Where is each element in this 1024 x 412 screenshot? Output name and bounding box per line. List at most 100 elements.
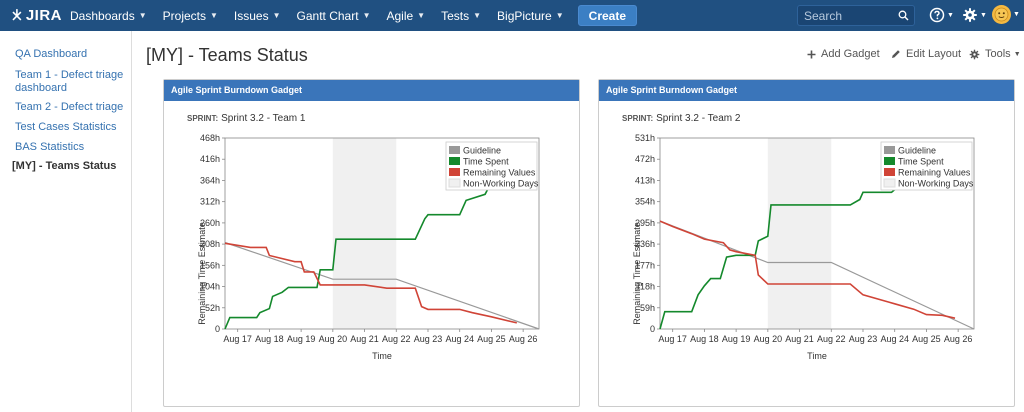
nav-bigpicture[interactable]: BigPicture ▼ xyxy=(489,0,572,31)
legend-label: Time Spent xyxy=(463,157,509,167)
legend-label: Guideline xyxy=(898,146,936,156)
chevron-down-icon: ▼ xyxy=(138,11,147,20)
page-title: [MY] - Teams Status xyxy=(146,45,308,65)
sidebar-item-team1-defect-triage[interactable]: Team 1 - Defect triage dashboard xyxy=(15,69,127,95)
nav-dashboards-label: Dashboards xyxy=(70,8,135,23)
x-tick-label: Aug 21 xyxy=(785,334,814,344)
non-working-band xyxy=(332,138,397,329)
burndown-gadget-team1: Agile Sprint Burndown Gadget SPRINT: Spri… xyxy=(163,79,580,407)
y-tick-label: 0 xyxy=(650,324,655,334)
help-icon xyxy=(929,7,945,23)
add-gadget-label: Add Gadget xyxy=(821,48,880,60)
sidebar-item-bas-statistics[interactable]: BAS Statistics xyxy=(15,141,84,154)
y-tick-label: 472h xyxy=(635,154,655,164)
nav-bigpicture-label: BigPicture xyxy=(497,8,552,23)
add-gadget-button[interactable]: Add Gadget xyxy=(807,48,880,60)
tools-label: Tools xyxy=(985,48,1011,60)
nav-projects-label: Projects xyxy=(162,8,206,23)
x-tick-label: Aug 17 xyxy=(223,334,252,344)
x-tick-label: Aug 19 xyxy=(722,334,751,344)
legend-label: Remaining Values xyxy=(463,168,536,178)
legend-swatch xyxy=(449,168,460,176)
burndown-chart-team2: 059h118h177h236h295h354h413h472h531hAug … xyxy=(632,133,975,361)
burndown-gadget-team2: Agile Sprint Burndown Gadget SPRINT: Spri… xyxy=(598,79,1015,407)
x-tick-label: Aug 20 xyxy=(754,334,783,344)
nav-issues[interactable]: Issues ▼ xyxy=(226,0,289,31)
x-axis-title: Time xyxy=(372,351,392,361)
x-tick-label: Aug 26 xyxy=(509,334,538,344)
chevron-down-icon: ▼ xyxy=(473,11,482,20)
help-button[interactable]: ▼ xyxy=(929,7,954,23)
x-tick-label: Aug 18 xyxy=(690,334,719,344)
dashboard-sidebar: QA Dashboard Team 1 - Defect triage dash… xyxy=(0,31,132,412)
legend-label: Non-Working Days xyxy=(463,179,539,189)
chevron-down-icon: ▼ xyxy=(1013,11,1020,18)
y-tick-label: 354h xyxy=(635,197,655,207)
sidebar-item-my-teams-status[interactable]: [MY] - Teams Status xyxy=(12,160,116,173)
x-tick-label: Aug 24 xyxy=(880,334,909,344)
nav-agile[interactable]: Agile ▼ xyxy=(378,0,433,31)
x-tick-label: Aug 25 xyxy=(912,334,941,344)
search-input[interactable] xyxy=(798,8,894,23)
gadget-title: Agile Sprint Burndown Gadget xyxy=(599,80,1014,101)
gear-icon xyxy=(969,49,980,59)
nav-projects[interactable]: Projects ▼ xyxy=(155,0,226,31)
y-tick-label: 0 xyxy=(215,324,220,334)
sidebar-item-qa-dashboard[interactable]: QA Dashboard xyxy=(15,48,87,61)
gear-icon xyxy=(963,8,977,22)
x-tick-label: Aug 22 xyxy=(382,334,411,344)
y-tick-label: 364h xyxy=(200,175,220,185)
nav-agile-label: Agile xyxy=(386,8,414,23)
jira-logo-icon xyxy=(12,9,22,21)
x-tick-label: Aug 25 xyxy=(477,334,506,344)
legend-label: Remaining Values xyxy=(898,168,971,178)
pencil-icon xyxy=(892,50,900,58)
nav-gantt-label: Gantt Chart xyxy=(296,8,359,23)
legend-swatch xyxy=(449,157,460,165)
chevron-down-icon: ▼ xyxy=(417,11,426,20)
chevron-down-icon: ▼ xyxy=(555,11,564,20)
nav-issues-label: Issues xyxy=(233,8,269,23)
y-tick-label: 416h xyxy=(200,154,220,164)
legend-swatch xyxy=(883,178,896,188)
user-face-icon xyxy=(994,7,1009,22)
gadget-title: Agile Sprint Burndown Gadget xyxy=(164,80,579,101)
legend-swatch xyxy=(884,146,895,154)
legend-swatch xyxy=(884,168,895,176)
nav-dashboards[interactable]: Dashboards ▼ xyxy=(62,0,155,31)
search-icon[interactable] xyxy=(898,10,909,21)
legend-label: Time Spent xyxy=(898,157,944,167)
y-tick-label: 413h xyxy=(635,175,655,185)
create-button[interactable]: Create xyxy=(577,5,638,26)
avatar xyxy=(992,5,1011,24)
x-tick-label: Aug 26 xyxy=(944,334,973,344)
edit-layout-button[interactable]: Edit Layout xyxy=(891,48,961,60)
nav-tests-label: Tests xyxy=(441,8,470,23)
x-tick-label: Aug 19 xyxy=(287,334,316,344)
legend-label: Non-Working Days xyxy=(898,179,974,189)
sidebar-item-team2-defect-triage[interactable]: Team 2 - Defect triage xyxy=(15,101,123,114)
y-axis-title: Remaining Time Estimate xyxy=(632,222,642,325)
chevron-down-icon: ▼ xyxy=(1013,50,1021,58)
sidebar-item-test-cases-statistics[interactable]: Test Cases Statistics xyxy=(15,121,116,134)
tools-dropdown[interactable]: Tools ▼ xyxy=(969,48,1021,60)
x-tick-label: Aug 18 xyxy=(255,334,284,344)
y-tick-label: 468h xyxy=(200,133,220,143)
x-axis-title: Time xyxy=(807,351,827,361)
jira-logo[interactable]: JIRA xyxy=(0,0,62,31)
plus-icon xyxy=(807,50,816,58)
x-tick-label: Aug 17 xyxy=(658,334,687,344)
chevron-down-icon: ▼ xyxy=(947,11,954,19)
chevron-down-icon: ▼ xyxy=(210,11,218,20)
nav-tests[interactable]: Tests ▼ xyxy=(433,0,489,31)
y-axis-title: Remaining Time Estimate xyxy=(197,222,207,325)
nav-gantt-chart[interactable]: Gantt Chart ▼ xyxy=(289,0,379,31)
settings-button[interactable]: ▼ xyxy=(962,7,987,23)
x-tick-label: Aug 23 xyxy=(414,334,443,344)
legend-swatch xyxy=(884,157,895,165)
x-tick-label: Aug 20 xyxy=(319,334,348,344)
top-navigation-bar: JIRA Dashboards ▼ Projects ▼ Issues ▼ Gantt… xyxy=(0,0,1024,31)
chevron-down-icon: ▼ xyxy=(272,11,281,20)
user-profile-button[interactable]: ▼ xyxy=(992,5,1020,24)
chevron-down-icon: ▼ xyxy=(362,11,371,20)
